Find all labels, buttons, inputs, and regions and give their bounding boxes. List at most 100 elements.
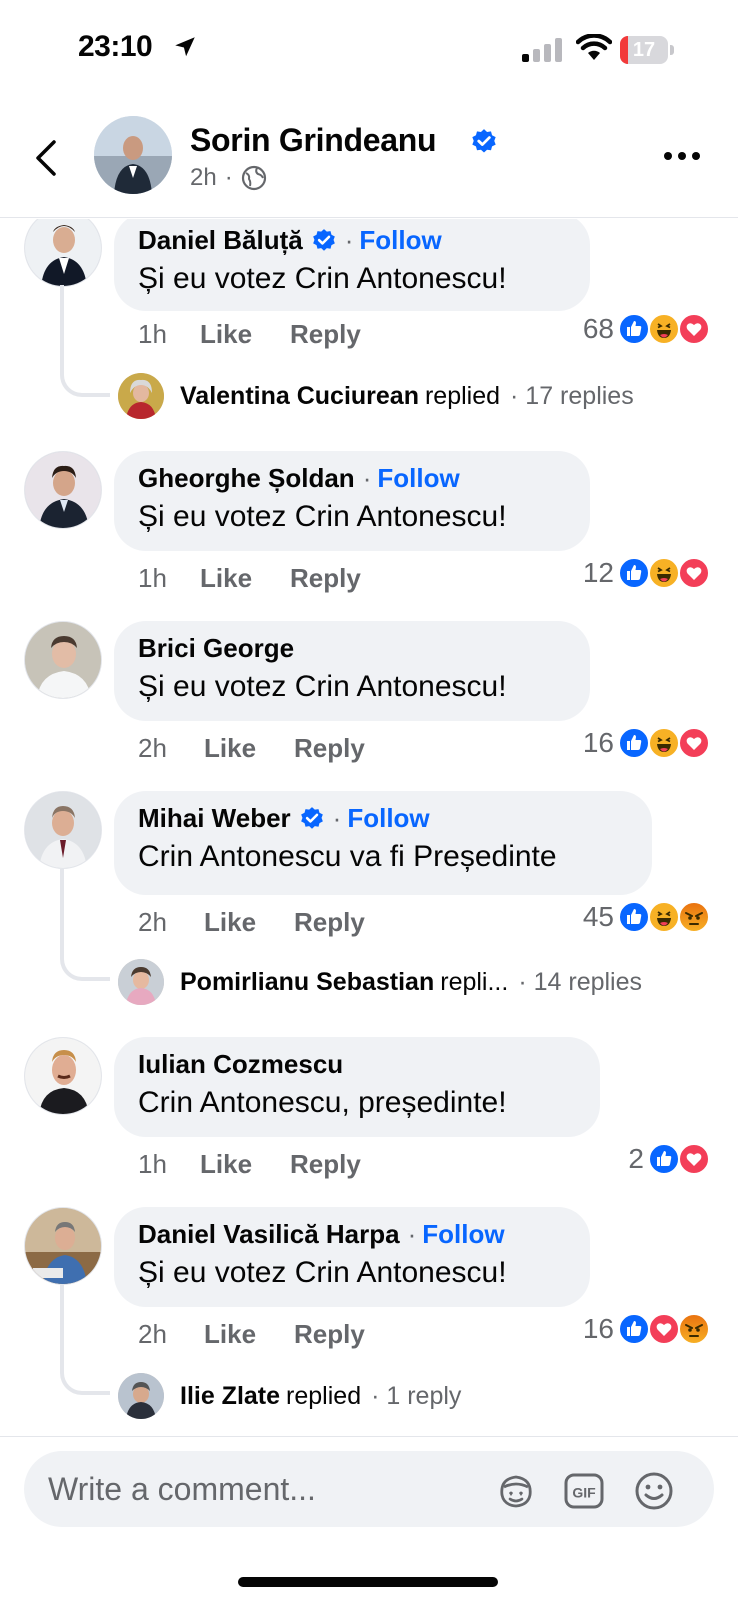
replier-name: Pomirlianu Sebastian [180, 967, 435, 996]
avatar-sticker-icon[interactable] [494, 1469, 538, 1513]
commenter-avatar[interactable] [24, 621, 102, 699]
reply-button[interactable]: Reply [294, 733, 365, 764]
replies-preview[interactable]: Valentina Cuciurean replied · 17 replies [118, 373, 634, 419]
comment-bubble[interactable]: Daniel Vasilică Harpa · Follow Și eu vot… [114, 1207, 590, 1307]
thread-connector [60, 285, 110, 397]
reply-button[interactable]: Reply [290, 1149, 361, 1180]
comment-bubble[interactable]: Daniel Băluță · Follow Și eu votez Crin … [114, 219, 590, 311]
post-time: 2h [190, 164, 217, 191]
reply-button[interactable]: Reply [290, 319, 361, 350]
thread-connector [60, 1285, 110, 1395]
emoji-icon[interactable] [632, 1469, 676, 1513]
haha-reaction-icon [648, 557, 680, 589]
replies-preview[interactable]: Pomirlianu Sebastian repli... · 14 repli… [118, 959, 642, 1005]
commenter-name[interactable]: Iulian Cozmescu [138, 1049, 343, 1080]
commenter-avatar[interactable] [24, 1207, 102, 1285]
like-button[interactable]: Like [200, 319, 290, 350]
comment-item: Mihai Weber · Follow Crin Antonescu va f… [0, 791, 738, 1013]
reaction-count: 2 [628, 1143, 644, 1174]
like-button[interactable]: Like [204, 1319, 294, 1350]
commenter-avatar[interactable] [24, 219, 102, 287]
comment-item: Daniel Băluță · Follow Și eu votez Crin … [0, 219, 738, 419]
replier-avatar [118, 1373, 164, 1419]
comment-time: 2h [138, 733, 167, 763]
replier-avatar [118, 959, 164, 1005]
reaction-summary[interactable]: 12 [583, 557, 710, 589]
meta-separator: · [224, 164, 233, 191]
home-indicator[interactable] [238, 1577, 498, 1587]
comment-text: Și eu votez Crin Antonescu! [138, 1256, 507, 1289]
love-reaction-icon [648, 1313, 680, 1345]
comment-bubble[interactable]: Iulian Cozmescu Crin Antonescu, președin… [114, 1037, 600, 1137]
like-button[interactable]: Like [204, 907, 294, 938]
author-avatar[interactable] [94, 116, 172, 194]
reply-count: · 14 replies [518, 967, 643, 996]
commenter-avatar[interactable] [24, 1037, 102, 1115]
comment-time: 1h [138, 319, 167, 349]
post-header: Sorin Grindeanu 2h · [0, 100, 738, 218]
more-dots-icon[interactable] [664, 144, 708, 168]
post-meta: 2h · [190, 164, 267, 192]
commenter-name[interactable]: Daniel Vasilică Harpa [138, 1219, 400, 1250]
like-reaction-icon [618, 727, 650, 759]
haha-reaction-icon [648, 313, 680, 345]
commenter-name[interactable]: Daniel Băluță [138, 225, 303, 256]
like-button[interactable]: Like [204, 733, 294, 764]
commenter-name[interactable]: Gheorghe Șoldan [138, 463, 355, 494]
separator-dot: · [362, 463, 372, 493]
angry-reaction-icon [678, 901, 710, 933]
reaction-summary[interactable]: 16 [583, 1313, 710, 1345]
reaction-summary[interactable]: 2 [628, 1143, 710, 1175]
commenter-avatar[interactable] [24, 791, 102, 869]
author-name[interactable]: Sorin Grindeanu [190, 122, 437, 159]
separator-dot: · [344, 225, 354, 255]
angry-reaction-icon [678, 1313, 710, 1345]
battery-icon: 17 [620, 36, 674, 64]
comment-time: 2h [138, 1319, 167, 1349]
commenter-name[interactable]: Brici George [138, 633, 294, 664]
comment-composer-bar: Write a comment... GIF [0, 1436, 738, 1600]
svg-text:GIF: GIF [572, 1485, 596, 1501]
follow-button[interactable]: Follow [422, 1219, 504, 1250]
reply-count: · 17 replies [510, 381, 634, 410]
haha-reaction-icon [648, 901, 680, 933]
replier-name: Valentina Cuciurean [180, 381, 419, 410]
reaction-summary[interactable]: 45 [583, 901, 710, 933]
comment-item: Daniel Vasilică Harpa · Follow Și eu vot… [0, 1207, 738, 1435]
haha-reaction-icon [648, 727, 680, 759]
verified-badge-icon [472, 129, 496, 153]
like-reaction-icon [618, 901, 650, 933]
replied-label: replied [424, 381, 501, 410]
like-button[interactable]: Like [200, 563, 290, 594]
love-reaction-icon [678, 727, 710, 759]
comment-input[interactable]: Write a comment... GIF [24, 1451, 714, 1527]
status-bar: 23:10 17 [0, 0, 738, 100]
reaction-summary[interactable]: 16 [583, 727, 710, 759]
like-reaction-icon [648, 1143, 680, 1175]
like-button[interactable]: Like [200, 1149, 290, 1180]
battery-level: 17 [632, 39, 656, 61]
comment-bubble[interactable]: Mihai Weber · Follow Crin Antonescu va f… [114, 791, 652, 895]
comment-text: Și eu votez Crin Antonescu! [138, 500, 507, 533]
follow-button[interactable]: Follow [359, 225, 441, 256]
replies-preview[interactable]: Ilie Zlate replied · 1 reply [118, 1373, 461, 1419]
follow-button[interactable]: Follow [377, 463, 459, 494]
comment-bubble[interactable]: Brici George Și eu votez Crin Antonescu! [114, 621, 590, 721]
comment-time: 1h [138, 1149, 167, 1179]
follow-button[interactable]: Follow [347, 803, 429, 834]
verified-badge-icon [300, 806, 323, 829]
comment-item: Brici George Și eu votez Crin Antonescu!… [0, 621, 738, 771]
location-arrow-icon [175, 37, 195, 57]
love-reaction-icon [678, 1143, 710, 1175]
gif-icon[interactable]: GIF [562, 1469, 606, 1513]
reply-button[interactable]: Reply [294, 907, 365, 938]
comment-bubble[interactable]: Gheorghe Șoldan · Follow Și eu votez Cri… [114, 451, 590, 551]
back-chevron-icon[interactable] [26, 136, 66, 180]
reply-button[interactable]: Reply [294, 1319, 365, 1350]
reply-button[interactable]: Reply [290, 563, 361, 594]
commenter-name[interactable]: Mihai Weber [138, 803, 291, 834]
reaction-summary[interactable]: 68 [583, 313, 710, 345]
commenter-avatar[interactable] [24, 451, 102, 529]
replier-avatar [118, 373, 164, 419]
reaction-count: 16 [582, 1313, 614, 1344]
